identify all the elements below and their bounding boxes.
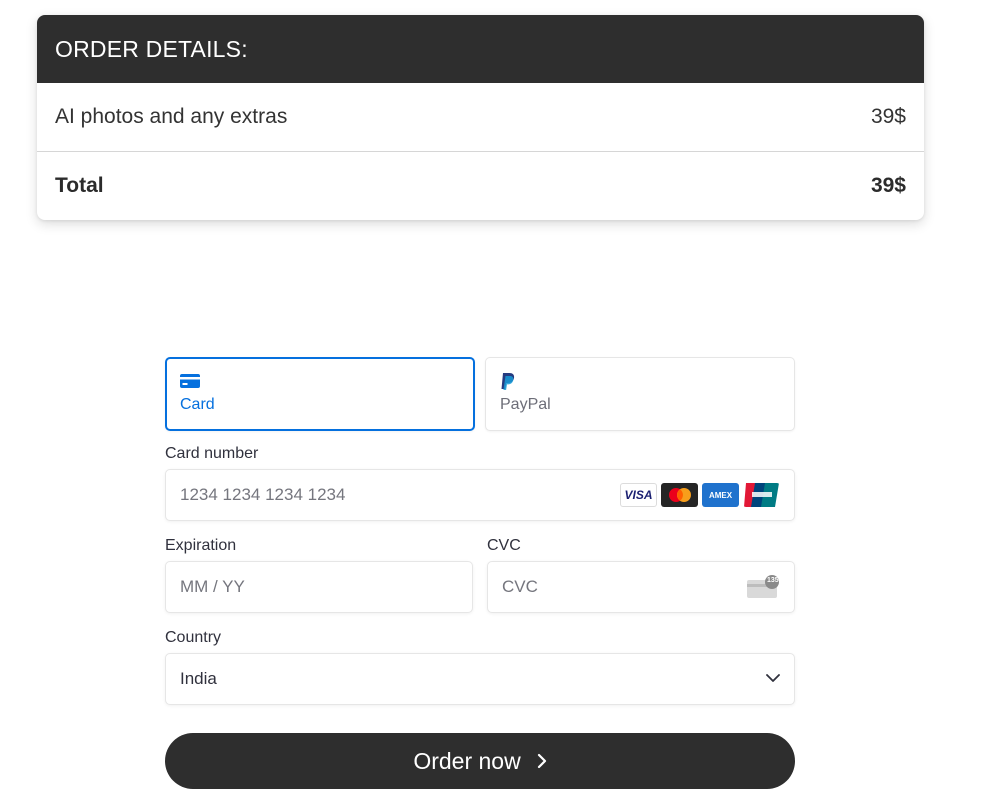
order-item-label: AI photos and any extras	[55, 105, 288, 128]
card-icon	[180, 372, 460, 390]
card-number-label: Card number	[165, 445, 259, 462]
order-line-item: AI photos and any extras 39$	[37, 83, 924, 151]
expiry-cvc-row: Expiration CVC 135	[165, 537, 795, 613]
chevron-right-icon	[537, 748, 547, 775]
cvc-badge: 135	[767, 577, 779, 584]
paypal-icon	[500, 372, 780, 390]
visa-icon: VISA	[620, 483, 657, 507]
country-label: Country	[165, 629, 222, 646]
country-select[interactable]: India	[165, 653, 795, 705]
amex-icon: AMEX	[702, 483, 739, 507]
order-details-header: ORDER DETAILS:	[37, 15, 924, 83]
expiration-label: Expiration	[165, 537, 237, 554]
chevron-down-icon	[766, 670, 780, 688]
payment-method-tabs: Card PayPal	[165, 357, 795, 431]
cvc-card-icon: 135	[746, 575, 780, 599]
card-brands: VISA AMEX	[620, 483, 780, 507]
tab-card[interactable]: Card	[165, 357, 475, 431]
country-selected-value: India	[180, 669, 217, 688]
tab-paypal[interactable]: PayPal	[485, 357, 795, 431]
country-group: Country India	[165, 629, 795, 705]
payment-form: Card PayPal Card number VISA	[165, 357, 795, 789]
expiration-input[interactable]	[180, 577, 458, 597]
card-number-box: VISA AMEX	[165, 469, 795, 521]
order-total-label: Total	[55, 173, 104, 197]
order-details-card: ORDER DETAILS: AI photos and any extras …	[37, 15, 924, 220]
mastercard-icon	[661, 483, 698, 507]
order-item-price: 39$	[870, 105, 906, 128]
card-number-input[interactable]	[180, 485, 620, 505]
cvc-group: CVC 135	[487, 537, 795, 613]
expiration-box	[165, 561, 473, 613]
order-now-button[interactable]: Order now	[165, 733, 795, 789]
expiration-group: Expiration	[165, 537, 473, 613]
tab-card-label: Card	[180, 396, 215, 413]
order-total-price: 39$	[870, 173, 906, 197]
tab-paypal-label: PayPal	[500, 396, 551, 413]
unionpay-icon	[743, 483, 780, 507]
order-now-label: Order now	[413, 747, 521, 774]
cvc-box: 135	[487, 561, 795, 613]
cvc-label: CVC	[487, 537, 521, 554]
card-number-group: Card number VISA AMEX	[165, 445, 795, 521]
order-total-row: Total 39$	[37, 151, 924, 219]
cvc-input[interactable]	[502, 577, 746, 597]
